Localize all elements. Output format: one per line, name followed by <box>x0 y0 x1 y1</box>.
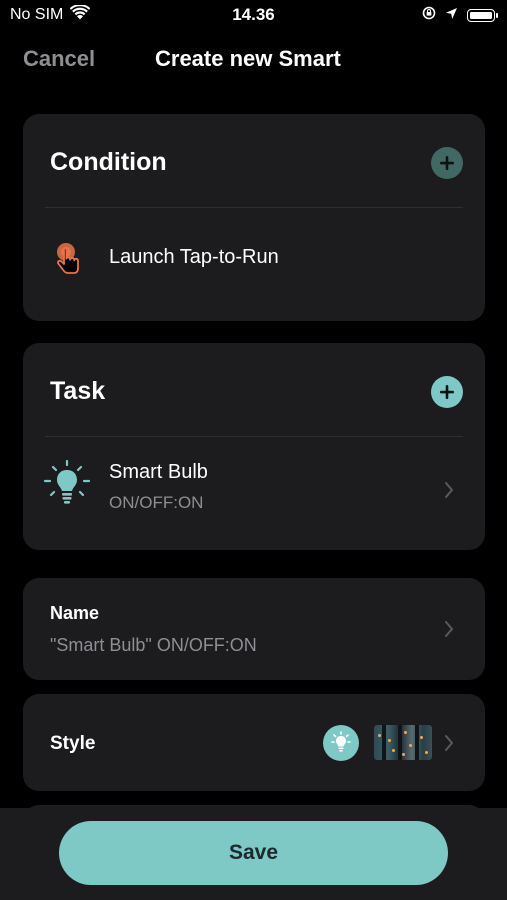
task-item-status: ON/OFF:ON <box>109 493 204 512</box>
save-button[interactable]: Save <box>59 821 448 885</box>
light-bulb-icon <box>331 731 351 752</box>
cancel-button[interactable]: Cancel <box>23 46 95 72</box>
tap-hand-icon <box>53 242 83 281</box>
plus-icon <box>440 156 454 170</box>
style-background-thumbnail[interactable] <box>374 725 432 760</box>
task-heading: Task <box>50 377 106 405</box>
add-task-button[interactable] <box>431 376 463 408</box>
page-title: Create new Smart <box>155 46 341 71</box>
name-card[interactable]: Name "Smart Bulb" ON/OFF:ON <box>23 578 485 680</box>
name-label: Name <box>50 603 100 623</box>
style-label: Style <box>50 733 96 754</box>
chevron-right-icon <box>444 481 454 499</box>
status-bar: No SIM 14.36 <box>0 0 507 32</box>
add-condition-button[interactable] <box>431 147 463 179</box>
condition-card: Condition Launch Tap-to-Run <box>23 114 485 321</box>
battery-icon <box>467 9 498 22</box>
task-item-title: Smart Bulb <box>109 461 208 483</box>
style-icon-selector[interactable] <box>323 725 359 761</box>
chevron-right-icon <box>444 620 454 638</box>
nav-bar: Cancel Create new Smart <box>0 36 507 80</box>
name-value: "Smart Bulb" ON/OFF:ON <box>50 635 257 655</box>
style-card[interactable]: Style <box>23 694 485 791</box>
condition-heading: Condition <box>50 148 167 176</box>
chevron-right-icon <box>444 734 454 752</box>
location-arrow-icon <box>445 7 458 25</box>
condition-item[interactable]: Launch Tap-to-Run <box>23 208 485 321</box>
status-right <box>422 6 498 25</box>
orientation-lock-icon <box>422 6 436 25</box>
task-card: Task Smart Bulb ON/OFF:ON <box>23 343 485 550</box>
save-label: Save <box>228 841 279 864</box>
condition-item-label: Launch Tap-to-Run <box>109 246 279 268</box>
light-bulb-icon <box>43 459 91 516</box>
task-item[interactable]: Smart Bulb ON/OFF:ON <box>23 437 485 550</box>
plus-icon <box>440 385 454 399</box>
screen: No SIM 14.36 Cancel Create new Smart Con… <box>0 0 507 900</box>
